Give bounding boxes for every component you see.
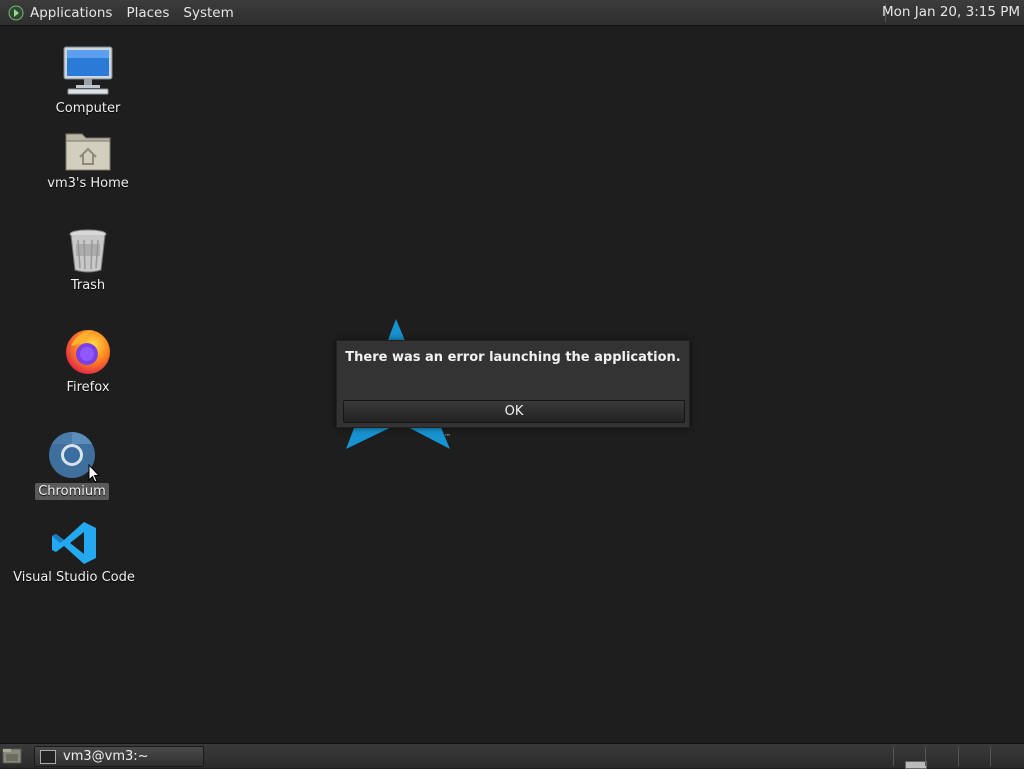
dialog-message: There was an error launching the applica… (345, 350, 681, 365)
desktop-icon-label: Chromium (35, 483, 109, 500)
system-menu[interactable]: System (183, 5, 233, 21)
places-menu[interactable]: Places (126, 5, 169, 21)
workspace-3[interactable] (958, 747, 989, 766)
desktop-icon-label: Visual Studio Code (13, 570, 135, 585)
error-dialog: There was an error launching the applica… (336, 340, 690, 428)
desktop-icon-label: Trash (70, 278, 106, 293)
desktop-icon-label: Computer (55, 101, 121, 116)
trash-icon (69, 229, 107, 273)
computer-icon (63, 46, 113, 95)
bottom-panel: vm3@vm3:~ (0, 743, 1024, 769)
workspace-4[interactable] (990, 747, 1021, 766)
svg-text:™: ™ (444, 433, 451, 441)
applications-menu-icon[interactable] (8, 5, 24, 21)
workspace-2[interactable] (925, 747, 956, 766)
mouse-cursor-icon (88, 464, 100, 483)
vscode-icon (52, 522, 96, 564)
taskbar-window-label: vm3@vm3:~ (63, 749, 149, 764)
top-panel: Applications Places System Mon Jan 20, 3… (0, 0, 1024, 26)
clock[interactable]: Mon Jan 20, 3:15 PM (882, 4, 1020, 20)
desktop-icon-home[interactable]: vm3's Home (23, 128, 153, 192)
desktop-icon-vscode[interactable]: Visual Studio Code (9, 520, 139, 586)
terminal-icon (40, 750, 56, 764)
desktop-icon-label: Firefox (66, 380, 110, 395)
desktop-icon-label: vm3's Home (47, 176, 129, 191)
desktop-icon-firefox[interactable]: Firefox (23, 326, 153, 396)
firefox-icon (66, 330, 110, 374)
desktop-icon-computer[interactable]: Computer (23, 45, 153, 117)
taskbar-window-terminal[interactable]: vm3@vm3:~ (34, 746, 204, 767)
ok-button[interactable]: OK (343, 400, 685, 423)
applications-menu[interactable]: Applications (30, 5, 112, 21)
desktop-icon-chromium[interactable]: Chromium (7, 430, 137, 500)
home-folder-icon (65, 133, 111, 171)
desktop-icon-trash[interactable]: Trash (23, 228, 153, 294)
show-desktop-icon[interactable] (2, 747, 22, 764)
